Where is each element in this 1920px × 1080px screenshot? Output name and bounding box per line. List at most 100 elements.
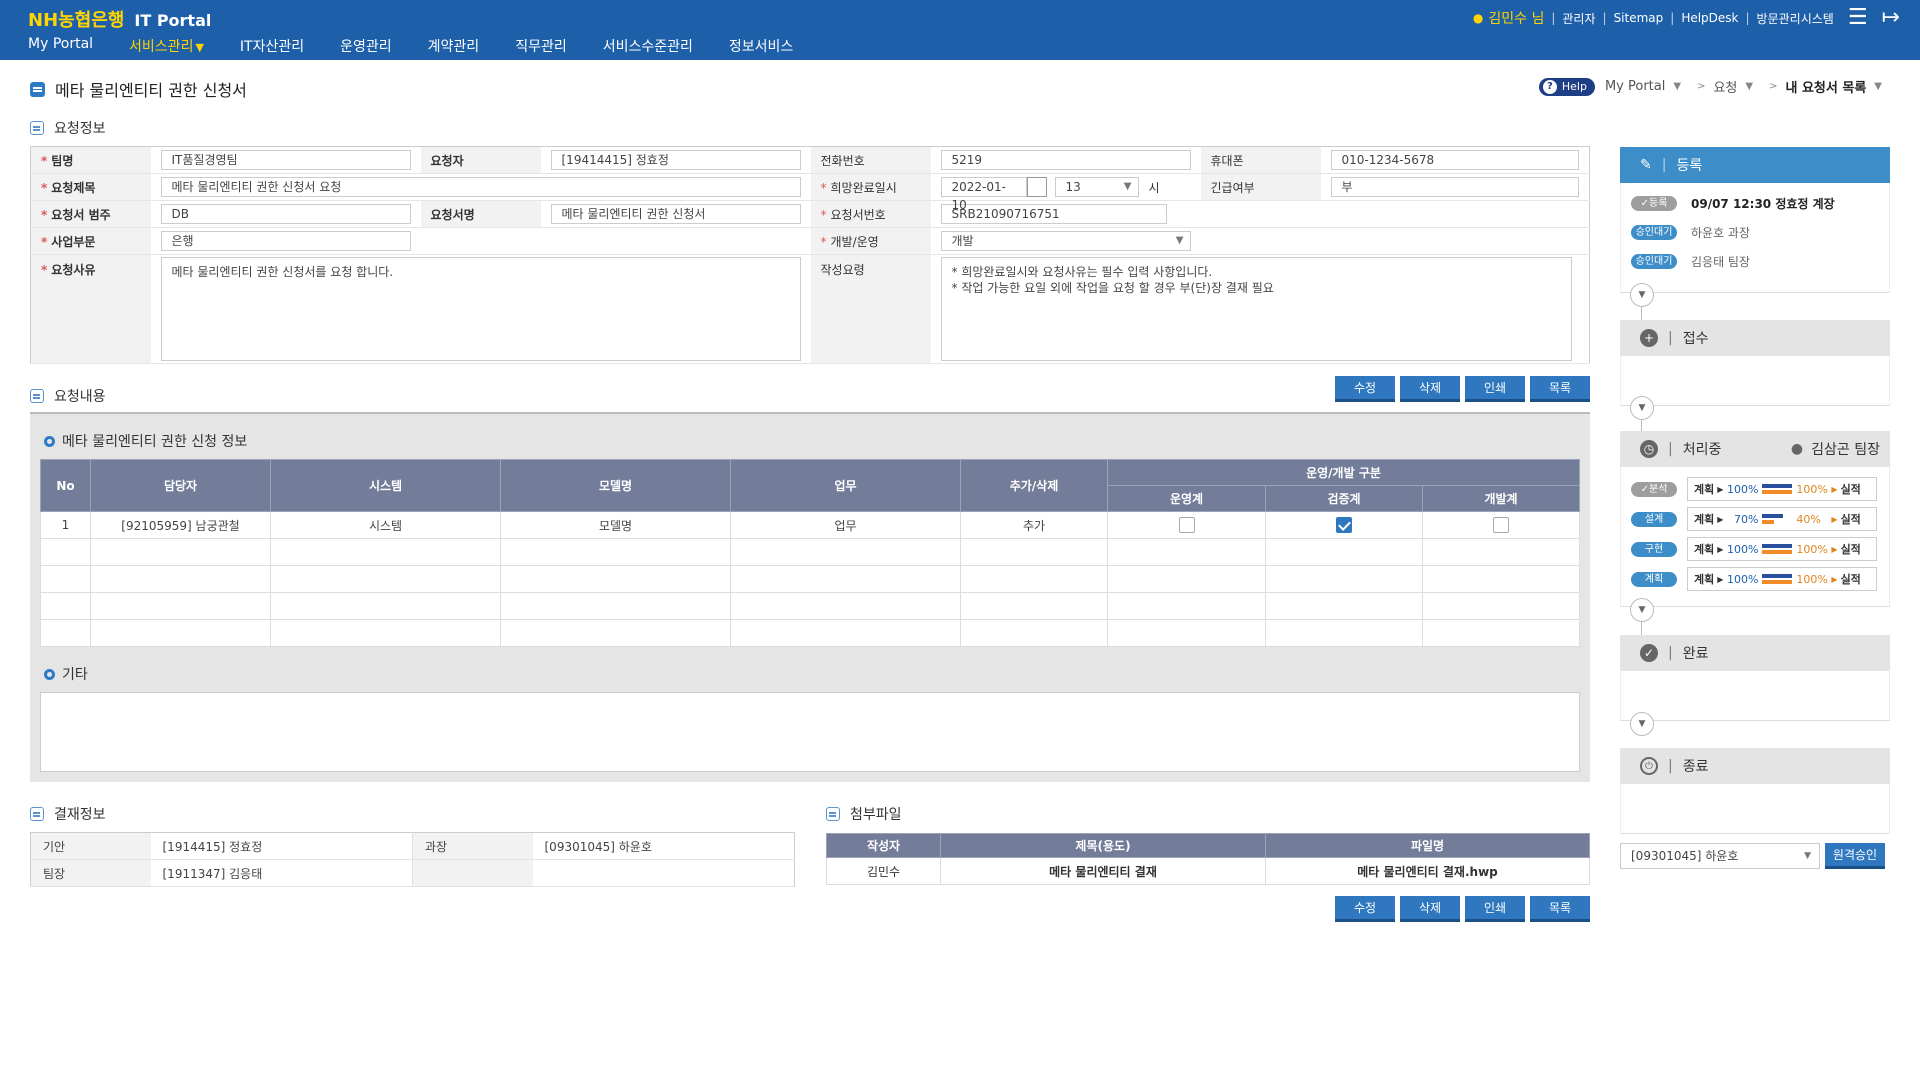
top-header: NH농협은행 IT Portal My Portal 서비스관리 ▼ IT자산관리 … xyxy=(0,0,1920,60)
plan-label: 계획 xyxy=(1694,573,1715,586)
urgent-field[interactable]: 부 xyxy=(1330,177,1579,197)
dropdown-icon[interactable]: ▼ xyxy=(1745,81,1753,92)
leader-value: [1911347] 김응태 xyxy=(150,859,413,887)
chevron-down-icon[interactable]: ▼ xyxy=(1630,598,1654,622)
col-title: 제목(용도) xyxy=(940,833,1266,858)
nav-service-mgmt-label: 서비스관리 xyxy=(129,39,194,55)
breadcrumb-my-portal[interactable]: My Portal xyxy=(1605,79,1665,94)
link-admin[interactable]: 관리자 xyxy=(1562,10,1595,27)
table-row xyxy=(40,592,1580,620)
approver-2: 김응태 팀장 xyxy=(1691,255,1751,269)
plan-value: 70% xyxy=(1733,512,1759,526)
edit-button[interactable]: 수정 xyxy=(1335,376,1395,402)
list-button[interactable]: 목록 xyxy=(1530,376,1590,402)
user-name[interactable]: 김민수 님 xyxy=(1488,8,1544,28)
breadcrumb-my-requests[interactable]: 내 요청서 목록 xyxy=(1785,77,1866,96)
stage-end-head: ⏻ | 종료 xyxy=(1620,748,1890,784)
team-field[interactable]: IT품질경영팀 xyxy=(160,150,411,170)
stage-receipt-label: 접수 xyxy=(1682,331,1709,347)
table-row[interactable]: 1 [92105959] 남궁관철 시스템 모델명 업무 추가 xyxy=(40,511,1580,539)
remote-approve-button[interactable]: 원격승인 xyxy=(1825,843,1885,869)
section-attachments-text: 첨부파일 xyxy=(850,807,902,823)
ring-icon xyxy=(44,668,55,680)
table-row[interactable]: 김민수 메타 물리엔티티 결재 메타 물리엔티티 결재.hwp xyxy=(826,857,1590,885)
guide-label: 작성요령 xyxy=(810,254,931,364)
phone-field[interactable]: 5219 xyxy=(940,150,1191,170)
progress-bar xyxy=(1762,543,1793,555)
ops-checkbox[interactable] xyxy=(1178,517,1195,533)
category-field[interactable]: DB xyxy=(160,204,411,224)
dev-checkbox[interactable] xyxy=(1493,517,1509,533)
nav-sla[interactable]: 서비스수준관리 xyxy=(603,36,693,56)
stage-complete: ✓ | 완료 xyxy=(1620,635,1890,721)
progress-box: 계획 ▶ 100% 100% ▶ 실적 xyxy=(1687,567,1877,591)
approver-1: 하윤호 과장 xyxy=(1691,226,1751,240)
section-request-content: 요청내용 xyxy=(30,386,106,406)
delete-button[interactable]: 삭제 xyxy=(1400,896,1460,922)
nav-contract[interactable]: 계약관리 xyxy=(428,36,480,56)
menu-icon[interactable]: ☰ xyxy=(1848,7,1868,29)
col-addel: 추가/삭제 xyxy=(960,459,1108,512)
status-badge: ✓분석 xyxy=(1631,481,1677,497)
stage-register-head: ✎ | 등록 xyxy=(1620,147,1890,183)
nav-duty[interactable]: 직무관리 xyxy=(515,36,567,56)
section-attachments: 첨부파일 xyxy=(826,804,902,824)
hour-unit: 시 xyxy=(1148,180,1160,195)
nav-service-mgmt[interactable]: 서비스관리 ▼ xyxy=(129,36,204,56)
nav-info[interactable]: 정보서비스 xyxy=(729,36,793,56)
list-button[interactable]: 목록 xyxy=(1530,896,1590,922)
form-name-field[interactable]: 메타 물리엔티티 권한 신청서 xyxy=(550,204,801,224)
link-visit[interactable]: 방문관리시스템 xyxy=(1757,10,1834,27)
logout-icon[interactable]: ↦ xyxy=(1882,7,1900,29)
dropdown-icon[interactable]: ▼ xyxy=(1874,81,1882,92)
reason-textarea[interactable]: 메타 물리엔티티 권한 신청서를 요청 합니다. xyxy=(160,257,801,361)
sub-title-permission-info: 메타 물리엔티티 권한 신청 정보 xyxy=(44,431,247,451)
nav-it-asset[interactable]: IT자산관리 xyxy=(240,36,304,56)
actual-label: 실적 xyxy=(1840,573,1861,586)
subject-field[interactable]: 메타 물리엔티티 권한 신청서 요청 xyxy=(160,177,801,197)
link-helpdesk[interactable]: HelpDesk xyxy=(1681,11,1738,25)
attachment-table: 작성자 제목(용도) 파일명 김민수 메타 물리엔티티 결재 메타 물리엔티티 … xyxy=(826,833,1590,885)
biz-label: 사업부문 xyxy=(30,227,151,255)
print-button[interactable]: 인쇄 xyxy=(1465,896,1525,922)
due-date-field[interactable]: 2022-01-10 xyxy=(940,177,1027,212)
status-badge: 구현 xyxy=(1631,541,1677,557)
chevron-down-icon[interactable]: ▼ xyxy=(1630,712,1654,736)
etc-textarea[interactable] xyxy=(40,692,1580,772)
help-button[interactable]: ? Help xyxy=(1538,77,1595,96)
attachment-file-link[interactable]: 메타 물리엔티티 결재.hwp xyxy=(1265,857,1590,885)
link-sitemap[interactable]: Sitemap xyxy=(1614,11,1664,25)
chevron-down-icon[interactable]: ▼ xyxy=(1630,283,1654,307)
util-bar: ● 김민수 님 | 관리자 | Sitemap | HelpDesk | 방문관… xyxy=(1472,5,1900,30)
approval-table: 기안 [1914415] 정효정 과장 [09301045] 하윤호 팀장 [1… xyxy=(30,832,795,887)
delete-button[interactable]: 삭제 xyxy=(1400,376,1460,402)
table-row xyxy=(40,619,1580,647)
section-request-info-text: 요청정보 xyxy=(54,121,106,137)
due-hour-select[interactable]: 13 ▼ xyxy=(1054,177,1139,197)
req-no-field[interactable]: SRB21090716751 xyxy=(940,204,1167,224)
table-row xyxy=(40,565,1580,593)
calendar-icon[interactable] xyxy=(1026,177,1047,197)
status-badge: 계획 xyxy=(1631,571,1677,587)
approver-select[interactable]: [09301045] 하윤호 ▼ xyxy=(1620,843,1820,869)
actual-bar xyxy=(1762,550,1793,554)
chevron-down-icon[interactable]: ▼ xyxy=(1630,396,1654,420)
nav-my-portal[interactable]: My Portal xyxy=(28,36,93,56)
breadcrumb-request[interactable]: 요청 xyxy=(1713,77,1737,96)
actual-label: 실적 xyxy=(1840,513,1861,526)
col-model: 모델명 xyxy=(500,459,731,512)
list-icon xyxy=(30,121,44,135)
nav-operation[interactable]: 운영관리 xyxy=(340,36,392,56)
progress-bar xyxy=(1762,573,1793,585)
logo[interactable]: NH농협은행 IT Portal xyxy=(28,6,211,32)
urgent-label: 긴급여부 xyxy=(1200,173,1321,201)
requester-field[interactable]: [19414415] 정효정 xyxy=(550,150,801,170)
biz-field[interactable]: 은행 xyxy=(160,231,411,251)
mobile-field[interactable]: 010-1234-5678 xyxy=(1330,150,1579,170)
devops-select[interactable]: 개발 ▼ xyxy=(940,231,1191,251)
dropdown-icon[interactable]: ▼ xyxy=(1673,81,1681,92)
print-button[interactable]: 인쇄 xyxy=(1465,376,1525,402)
verify-checkbox[interactable] xyxy=(1336,517,1352,533)
progress-box: 계획 ▶ 100% 100% ▶ 실적 xyxy=(1687,477,1877,501)
edit-button[interactable]: 수정 xyxy=(1335,896,1395,922)
